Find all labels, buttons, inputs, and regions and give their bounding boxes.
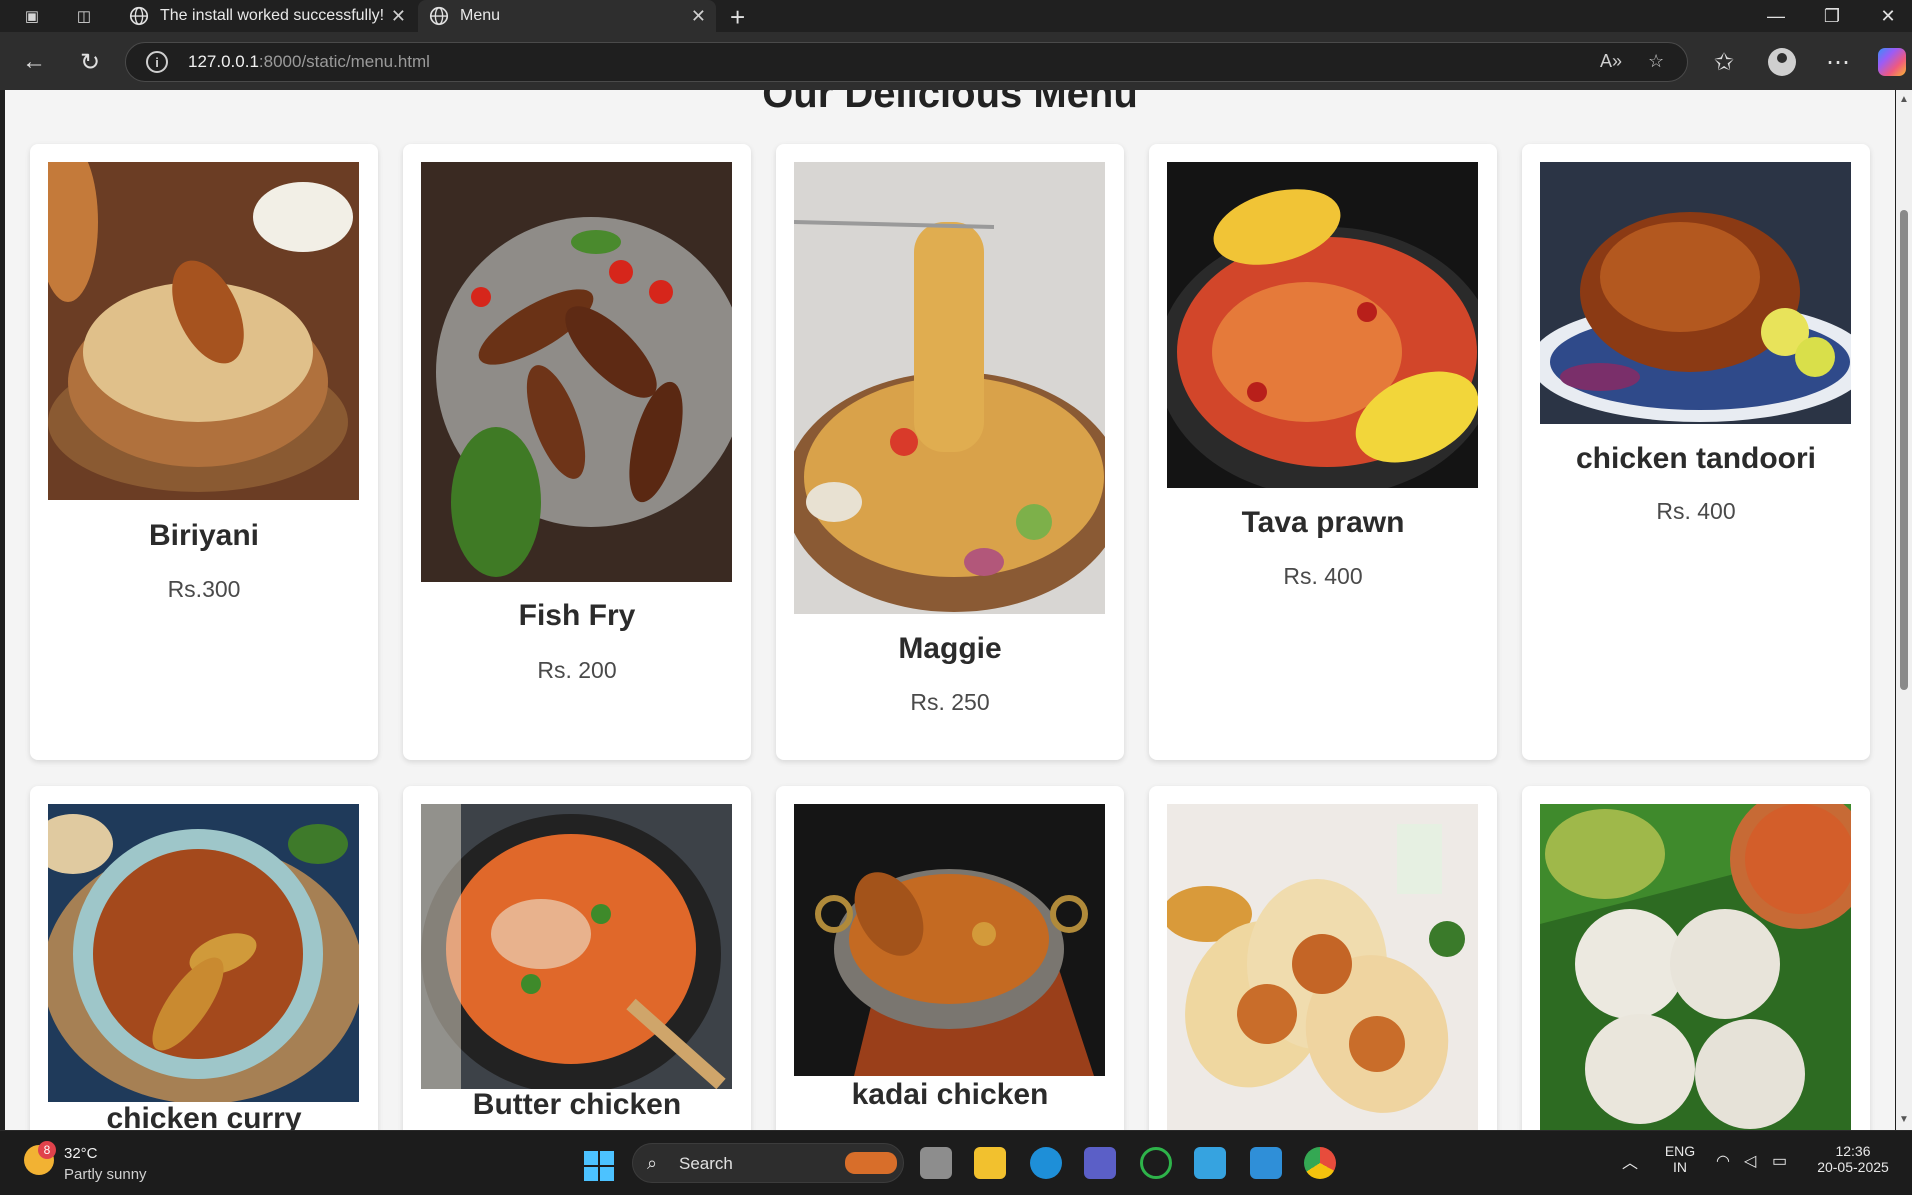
butter-chicken-image: [421, 804, 732, 1089]
menu-card[interactable]: Butter chicken: [403, 786, 751, 1130]
tab-title: The install worked successfully! Co: [160, 7, 388, 24]
scroll-thumb[interactable]: [1900, 210, 1908, 690]
browser-toolbar: ← ↻ i 127.0.0.1:8000/static/menu.html A»…: [0, 32, 1912, 90]
menu-card[interactable]: [1149, 786, 1497, 1130]
menu-card[interactable]: Biriyani Rs.300: [30, 144, 378, 760]
new-tab-button[interactable]: +: [730, 2, 745, 33]
restore-button[interactable]: ❐: [1802, 2, 1862, 30]
menu-card[interactable]: Tava prawn Rs. 400: [1149, 144, 1497, 760]
taskbar-search[interactable]: ⌕ Search: [632, 1143, 904, 1183]
menu-card[interactable]: [1522, 786, 1870, 1130]
search-label: Search: [679, 1154, 733, 1173]
kadai-chicken-image: [794, 804, 1105, 1076]
item-name: chicken curry: [106, 1102, 302, 1130]
globe-icon: [129, 6, 149, 26]
tab-install-success[interactable]: The install worked successfully! Co ✕: [118, 0, 416, 32]
workspaces-icon[interactable]: ▣: [20, 4, 44, 28]
windows-taskbar: 8 32°C Partly sunny ⌕ Search ︿ ENG IN ◠ …: [0, 1130, 1912, 1195]
copilot-icon[interactable]: [1878, 48, 1906, 76]
clock-date: 20-05-2025: [1817, 1159, 1889, 1175]
profile-avatar[interactable]: [1768, 48, 1796, 76]
item-price: Rs.300: [167, 576, 241, 602]
file-explorer-icon[interactable]: [974, 1147, 1006, 1179]
item-price: Rs. 250: [910, 689, 990, 715]
page-viewport: Our Delicious Menu Biriyani Rs.300 Fish …: [5, 90, 1895, 1130]
notepad-icon[interactable]: [1194, 1147, 1226, 1179]
scroll-down-arrow[interactable]: ▼: [1899, 1114, 1909, 1125]
teams-icon[interactable]: [1084, 1147, 1116, 1179]
chrome-icon[interactable]: [1304, 1147, 1336, 1179]
item-name: Biriyani: [148, 519, 260, 552]
favorites-icon[interactable]: ✩: [1708, 46, 1740, 78]
page-scrollbar[interactable]: ▲ ▼: [1896, 90, 1912, 1130]
item-name: Fish Fry: [518, 599, 636, 632]
item-name: chicken tandoori: [1575, 442, 1817, 475]
item-name: kadai chicken: [851, 1078, 1049, 1111]
vscode-icon[interactable]: [1250, 1147, 1282, 1179]
menu-card[interactable]: chicken curry: [30, 786, 378, 1130]
battery-icon[interactable]: ▭: [1772, 1151, 1787, 1171]
close-tab-icon[interactable]: ✕: [391, 6, 406, 27]
start-button[interactable]: [584, 1151, 614, 1181]
tava-prawn-image: [1167, 162, 1478, 488]
menu-card[interactable]: chicken tandoori Rs. 400: [1522, 144, 1870, 760]
volume-icon[interactable]: ◁: [1744, 1151, 1756, 1171]
edge-icon[interactable]: [1030, 1147, 1062, 1179]
close-window-button[interactable]: ✕: [1858, 2, 1912, 30]
weather-temperature[interactable]: 32°C: [64, 1145, 98, 1162]
back-button[interactable]: ←: [18, 46, 50, 78]
tab-menu[interactable]: Menu ✕: [418, 0, 716, 32]
address-bar[interactable]: i 127.0.0.1:8000/static/menu.html A» ☆: [125, 42, 1688, 82]
clock[interactable]: 12:36 20-05-2025: [1810, 1143, 1896, 1175]
minimize-button[interactable]: —: [1746, 2, 1806, 30]
scroll-up-arrow[interactable]: ▲: [1899, 94, 1909, 105]
item-name: Butter chicken: [472, 1088, 682, 1121]
idli-image: [1540, 804, 1851, 1130]
item-name: Tava prawn: [1241, 506, 1405, 539]
tray-overflow-icon[interactable]: ︿: [1622, 1149, 1638, 1173]
weather-description[interactable]: Partly sunny: [64, 1166, 147, 1183]
globe-icon: [429, 6, 449, 26]
close-tab-icon[interactable]: ✕: [691, 6, 706, 27]
chicken-wrap-image: [1167, 804, 1478, 1130]
maggie-image: [794, 162, 1105, 614]
app-circle-icon[interactable]: [1140, 1147, 1172, 1179]
menu-card[interactable]: Maggie Rs. 250: [776, 144, 1124, 760]
wifi-icon[interactable]: ◠: [1716, 1151, 1730, 1171]
item-price: Rs. 400: [1656, 498, 1736, 524]
notification-badge: 8: [38, 1141, 56, 1159]
more-options-icon[interactable]: ⋯: [1822, 46, 1854, 78]
language-indicator[interactable]: ENG IN: [1660, 1143, 1700, 1175]
search-icon: ⌕: [647, 1153, 658, 1173]
chicken-tandoori-image: [1540, 162, 1851, 424]
url-text[interactable]: 127.0.0.1:8000/static/menu.html: [188, 52, 430, 72]
item-price: Rs. 400: [1283, 563, 1363, 589]
favorite-star-icon[interactable]: ☆: [1648, 51, 1664, 72]
biriyani-image: [48, 162, 359, 500]
task-view-icon[interactable]: [920, 1147, 952, 1179]
tab-title: Menu: [460, 7, 501, 24]
chicken-curry-image: [48, 804, 359, 1102]
fish-fry-image: [421, 162, 732, 582]
read-aloud-icon[interactable]: A»: [1600, 51, 1622, 72]
info-icon[interactable]: i: [146, 51, 168, 73]
tab-actions-icon[interactable]: ◫: [72, 4, 96, 28]
browser-titlebar: ▣ ◫ The install worked successfully! Co …: [0, 0, 1912, 32]
item-name: Maggie: [898, 632, 1002, 665]
search-highlight-icon: [845, 1152, 897, 1174]
item-price: Rs. 200: [537, 657, 617, 683]
clock-time: 12:36: [1835, 1143, 1871, 1159]
menu-card[interactable]: kadai chicken: [776, 786, 1124, 1130]
reload-button[interactable]: ↻: [74, 46, 106, 78]
page-title: Our Delicious Menu: [762, 90, 1138, 116]
menu-card[interactable]: Fish Fry Rs. 200: [403, 144, 751, 760]
